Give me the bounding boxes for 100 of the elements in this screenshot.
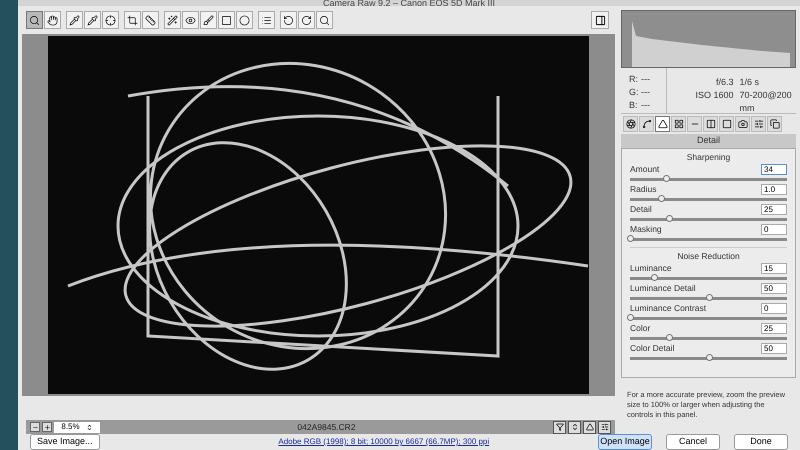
panel-tab[interactable]	[639, 116, 654, 132]
b-label: B:	[629, 100, 639, 112]
tool-button[interactable]	[258, 11, 275, 30]
workflow-link[interactable]: Adobe RGB (1998); 8 bit; 10000 by 6667 (66.7MP); 300 ppi	[278, 436, 490, 448]
panel-tab[interactable]	[735, 116, 750, 132]
panel-tab[interactable]	[751, 116, 766, 132]
view-button[interactable]	[568, 420, 581, 434]
slider-label: Luminance	[630, 262, 672, 276]
tool-button[interactable]	[182, 11, 199, 30]
tool-button[interactable]	[280, 11, 297, 30]
swap-icon	[570, 423, 578, 432]
slider-thumb[interactable]	[663, 175, 670, 182]
value-field[interactable]: 0	[761, 303, 787, 314]
value-field[interactable]: 50	[761, 343, 787, 354]
slider-thumb[interactable]	[650, 274, 658, 282]
slider-thumb[interactable]	[666, 334, 674, 342]
tool-button[interactable]	[218, 11, 235, 30]
grid-icon	[674, 119, 684, 130]
dialog-button[interactable]: Cancel	[666, 434, 720, 450]
panel-tab[interactable]	[655, 116, 670, 132]
square-icon	[221, 14, 232, 26]
value-field[interactable]: 0	[761, 224, 787, 236]
panel-tab[interactable]	[719, 116, 734, 132]
triangle-icon	[658, 119, 668, 130]
slider-label: Luminance Detail	[630, 282, 696, 296]
tool-button[interactable]	[164, 11, 181, 30]
slider-label: Color Detail	[630, 342, 674, 356]
target-icon	[105, 14, 116, 26]
slider-label: Luminance Contrast	[630, 302, 706, 316]
value-field[interactable]: 34	[761, 164, 787, 176]
panel-toggle-icon	[594, 14, 606, 26]
value-field[interactable]: 50	[761, 283, 787, 294]
tool-button[interactable]	[44, 11, 61, 30]
circle-icon	[239, 14, 250, 26]
eye-icon	[185, 14, 196, 26]
camera-icon	[738, 119, 748, 130]
value-field[interactable]: 25	[761, 204, 787, 216]
tool-button[interactable]	[26, 11, 43, 30]
panel-tab[interactable]	[623, 116, 638, 132]
tool-button[interactable]	[66, 11, 83, 30]
r-label: R:	[629, 74, 639, 86]
zoom-select[interactable]: 8.5%	[54, 422, 100, 433]
dialog-button[interactable]: Done	[734, 434, 788, 450]
filter-icon	[556, 423, 564, 432]
panel-tab[interactable]	[767, 116, 782, 132]
tool-button[interactable]	[142, 11, 159, 30]
slider-thumb[interactable]	[627, 235, 634, 242]
panel-tab[interactable]	[687, 116, 702, 132]
ruler-icon	[145, 14, 156, 26]
crop-icon	[127, 14, 138, 26]
slider-thumb[interactable]	[706, 294, 712, 302]
wand-icon	[167, 14, 178, 26]
dialog-button[interactable]: Open Image	[598, 434, 652, 450]
rotate-right-icon	[301, 14, 312, 26]
filename-text: 042A9845.CR2	[297, 420, 356, 434]
shutter-text: 1/6 s	[740, 76, 760, 90]
panel-tab[interactable]	[671, 116, 686, 132]
r-value: ---	[641, 74, 651, 86]
slider-thumb[interactable]	[658, 195, 666, 202]
tool-button[interactable]	[200, 11, 217, 30]
section-heading: Noise Reduction	[677, 250, 740, 262]
search-icon	[319, 14, 330, 26]
panel-title: Detail	[696, 134, 720, 148]
iso-text: ISO 1600	[694, 89, 734, 102]
view-button[interactable]	[553, 420, 566, 434]
view-button[interactable]	[598, 420, 611, 434]
slider-label: Radius	[630, 183, 656, 196]
slider-label: Detail	[630, 203, 652, 216]
triangle-icon	[586, 423, 594, 432]
sliders-icon	[754, 119, 764, 130]
window-title: Camera Raw 9.2 – Canon EOS 5D Mark III	[322, 0, 496, 6]
g-label: G:	[629, 87, 640, 100]
value-field[interactable]: 1.0	[761, 184, 787, 196]
save-image-button[interactable]: Save Image...	[30, 434, 100, 450]
slider-thumb[interactable]	[627, 314, 634, 322]
lens-text: 70-200@200 mm	[740, 89, 793, 116]
tool-button[interactable]	[236, 11, 253, 30]
slider-label: Color	[630, 322, 650, 336]
section-heading: Sharpening	[686, 151, 730, 164]
tool-button[interactable]	[102, 11, 119, 30]
view-button[interactable]	[583, 420, 596, 434]
panel-tab[interactable]	[703, 116, 718, 132]
fullscreen-button[interactable]	[591, 11, 609, 30]
tool-button[interactable]	[124, 11, 141, 30]
tool-button[interactable]	[84, 11, 101, 30]
zoom-icon	[29, 14, 40, 26]
tool-button[interactable]	[298, 11, 315, 30]
brush-icon	[203, 14, 214, 26]
value-field[interactable]: 25	[761, 323, 787, 334]
slider-thumb[interactable]	[706, 354, 712, 362]
value-field[interactable]: 15	[761, 263, 787, 274]
slider-thumb[interactable]	[666, 215, 674, 222]
eyedropper-icon	[69, 14, 80, 26]
zoom-in-button[interactable]	[42, 422, 52, 432]
hand-icon	[47, 14, 58, 26]
zoom-out-button[interactable]	[30, 422, 40, 432]
rotate-left-icon	[283, 14, 294, 26]
aperture-icon	[626, 119, 636, 130]
columns-icon	[706, 119, 716, 130]
tool-button[interactable]	[316, 11, 333, 30]
